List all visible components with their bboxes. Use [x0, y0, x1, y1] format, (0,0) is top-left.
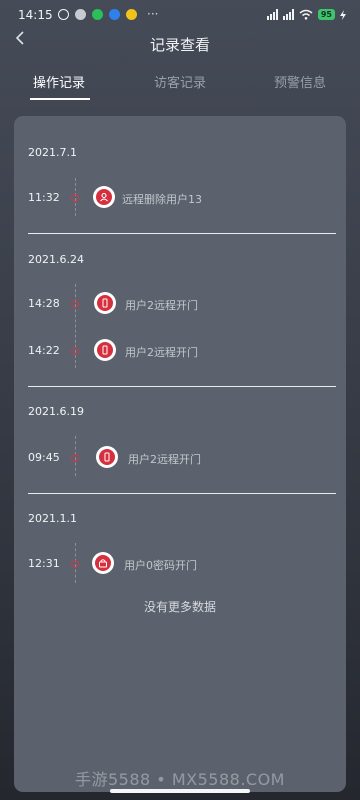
record-date: 2021.6.19 — [28, 405, 84, 418]
timeline-dot — [71, 194, 79, 202]
phone-icon — [102, 298, 108, 308]
timeline-line — [75, 284, 76, 368]
wifi-icon — [299, 9, 313, 20]
record-description: 用户0密码开门 — [124, 559, 197, 572]
phone-badge — [94, 292, 116, 314]
record-time: 09:45 — [28, 451, 60, 464]
alarm-icon — [58, 9, 69, 20]
header: 记录查看 — [0, 31, 360, 56]
divider — [28, 386, 336, 387]
status-time: 14:15 — [18, 8, 53, 22]
divider — [28, 493, 336, 494]
phone-badge — [94, 339, 116, 361]
tab-visitor-records[interactable]: 访客记录 — [154, 72, 206, 91]
tab-operation-records[interactable]: 操作记录 — [33, 72, 85, 91]
keypad-icon — [99, 559, 107, 568]
records-card: 2021.7.1 11:32 远程删除用户13 2021.6.24 14:28 … — [14, 116, 346, 792]
record-date: 2021.7.1 — [28, 146, 77, 159]
no-more-data: 没有更多数据 — [143, 600, 216, 614]
app-icon — [126, 9, 137, 20]
chat-icon — [92, 9, 103, 20]
user-delete-icon — [100, 192, 108, 202]
record-time: 12:31 — [28, 557, 60, 570]
record-description: 用户2远程开门 — [125, 299, 198, 312]
battery-icon: 95 — [317, 9, 335, 20]
user-delete-badge — [93, 186, 115, 208]
record-description: 用户2远程开门 — [128, 453, 201, 466]
record-description: 远程删除用户13 — [122, 193, 202, 206]
signal-icon — [282, 9, 294, 20]
timeline-dot — [71, 454, 79, 462]
tab-alert-info[interactable]: 预警信息 — [274, 72, 326, 91]
tab-active-indicator — [30, 98, 90, 100]
tab-bar: 操作记录 访客记录 预警信息 — [0, 66, 360, 102]
phone-badge — [96, 446, 118, 468]
charging-icon — [340, 9, 346, 20]
phone-icon — [102, 345, 108, 355]
divider — [28, 233, 336, 234]
signal-icon — [266, 9, 278, 20]
keypad-badge — [92, 552, 114, 574]
record-date: 2021.1.1 — [28, 512, 77, 525]
cloud-icon — [75, 9, 86, 20]
record-time: 14:28 — [28, 297, 60, 310]
status-right-icons: 95 — [266, 9, 346, 20]
record-date: 2021.6.24 — [28, 253, 84, 266]
timeline-dot — [71, 347, 79, 355]
timeline-dot — [71, 560, 79, 568]
record-description: 用户2远程开门 — [125, 346, 198, 359]
video-icon — [109, 9, 120, 20]
page-title: 记录查看 — [149, 36, 210, 54]
phone-icon — [104, 452, 110, 462]
status-left-icons: ··· — [58, 7, 159, 21]
record-time: 14:22 — [28, 344, 60, 357]
more-notifications: ··· — [147, 7, 159, 21]
timeline-dot — [71, 300, 79, 308]
watermark: 手游5588 • MX5588.COM — [75, 770, 285, 789]
record-time: 11:32 — [28, 191, 60, 204]
home-indicator[interactable] — [110, 789, 250, 793]
status-bar: 14:15 ··· 95 — [0, 0, 360, 32]
